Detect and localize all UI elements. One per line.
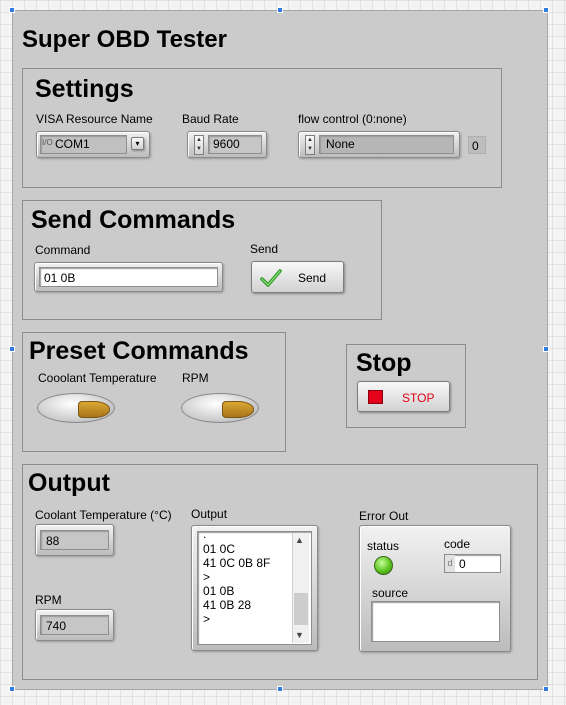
error-code-value: 0 [459, 557, 466, 571]
checkmark-icon [260, 269, 282, 287]
output-log-indicator: . 01 0C 41 0C 0B 8F > 01 0B 41 0B 28 > ▲… [191, 525, 318, 651]
rpm-preset-label: RPM [182, 371, 209, 385]
resize-handle[interactable] [543, 7, 549, 13]
error-out-cluster: status code d 0 source [359, 525, 511, 652]
settings-heading: Settings [35, 75, 134, 103]
error-out-label: Error Out [359, 509, 409, 523]
command-control[interactable]: 01 0B [34, 262, 223, 292]
coolant-preset-label: Cooolant Temperature [38, 371, 157, 385]
resize-handle[interactable] [9, 686, 15, 692]
flow-control-value: None [326, 137, 355, 151]
led-indicator-icon [78, 401, 110, 418]
resize-handle[interactable] [277, 686, 283, 692]
stop-button[interactable]: STOP [357, 381, 450, 412]
stop-square-icon [368, 390, 383, 404]
error-code-label: code [444, 537, 471, 551]
error-status-label: status [367, 539, 400, 553]
coolant-temperature-value: 88 [46, 534, 60, 548]
log-line: > [203, 570, 211, 584]
resize-handle[interactable] [9, 346, 15, 352]
rpm-preset-button[interactable] [181, 393, 259, 423]
error-source-display [371, 601, 500, 642]
send-commands-heading: Send Commands [31, 206, 236, 234]
command-label: Command [35, 243, 91, 257]
flow-control-control[interactable]: ▲ ▼ None [298, 131, 460, 158]
spinner-arrows-icon[interactable]: ▲ ▼ [194, 135, 204, 155]
dropdown-arrow-icon[interactable]: ▾ [131, 137, 144, 150]
rpm-indicator: 740 [35, 609, 114, 641]
baud-rate-control[interactable]: ▲ ▼ 9600 [187, 131, 267, 158]
flow-control-numeric-value: 0 [472, 139, 479, 153]
log-line: 01 0B [203, 584, 235, 598]
baud-rate-label: Baud Rate [182, 112, 239, 126]
coolant-preset-button[interactable] [37, 393, 115, 423]
stop-button-label: STOP [402, 391, 435, 405]
resize-handle[interactable] [543, 346, 549, 352]
resize-handle[interactable] [9, 7, 15, 13]
flow-control-label: flow control (0:none) [298, 112, 407, 126]
send-button[interactable]: Send [251, 261, 344, 293]
log-line: 01 0C [203, 542, 236, 556]
stop-heading: Stop [356, 349, 412, 377]
page-title: Super OBD Tester [22, 26, 227, 53]
baud-rate-value: 9600 [213, 137, 240, 151]
rpm-label: RPM [35, 593, 62, 607]
visa-resource-value: COM1 [55, 137, 90, 151]
resize-handle[interactable] [543, 686, 549, 692]
rpm-value: 740 [46, 619, 67, 633]
scroll-up-icon[interactable]: ▲ [295, 535, 304, 545]
log-line: 41 0B 28 [203, 598, 252, 612]
send-button-label: Send [298, 271, 327, 285]
vertical-scrollbar[interactable]: ▲ ▼ [292, 533, 309, 643]
coolant-temperature-indicator: 88 [35, 524, 114, 556]
error-code-prefix: d [445, 555, 455, 572]
scroll-down-icon[interactable]: ▼ [295, 630, 304, 640]
visa-resource-label: VISA Resource Name [36, 112, 153, 126]
output-log-label: Output [191, 507, 228, 521]
error-source-label: source [372, 586, 409, 600]
preset-commands-heading: Preset Commands [29, 337, 249, 365]
led-indicator-icon [222, 401, 254, 418]
status-led-icon [374, 556, 393, 575]
coolant-temperature-label: Coolant Temperature (°C) [35, 508, 172, 522]
log-line: . [203, 527, 207, 541]
spinner-arrows-icon[interactable]: ▲ ▼ [305, 135, 315, 155]
output-log-text: . 01 0C 41 0C 0B 8F > 01 0B 41 0B 28 > [203, 527, 271, 626]
io-icon: I/O [42, 138, 53, 147]
command-value: 01 0B [44, 271, 76, 285]
resize-handle[interactable] [277, 7, 283, 13]
log-line: > [203, 612, 211, 626]
log-line: 41 0C 0B 8F [203, 556, 271, 570]
scrollbar-thumb[interactable] [294, 593, 308, 625]
send-label: Send [250, 242, 279, 256]
output-heading: Output [28, 469, 110, 497]
visa-resource-control[interactable]: I/O COM1 ▾ [36, 131, 150, 158]
